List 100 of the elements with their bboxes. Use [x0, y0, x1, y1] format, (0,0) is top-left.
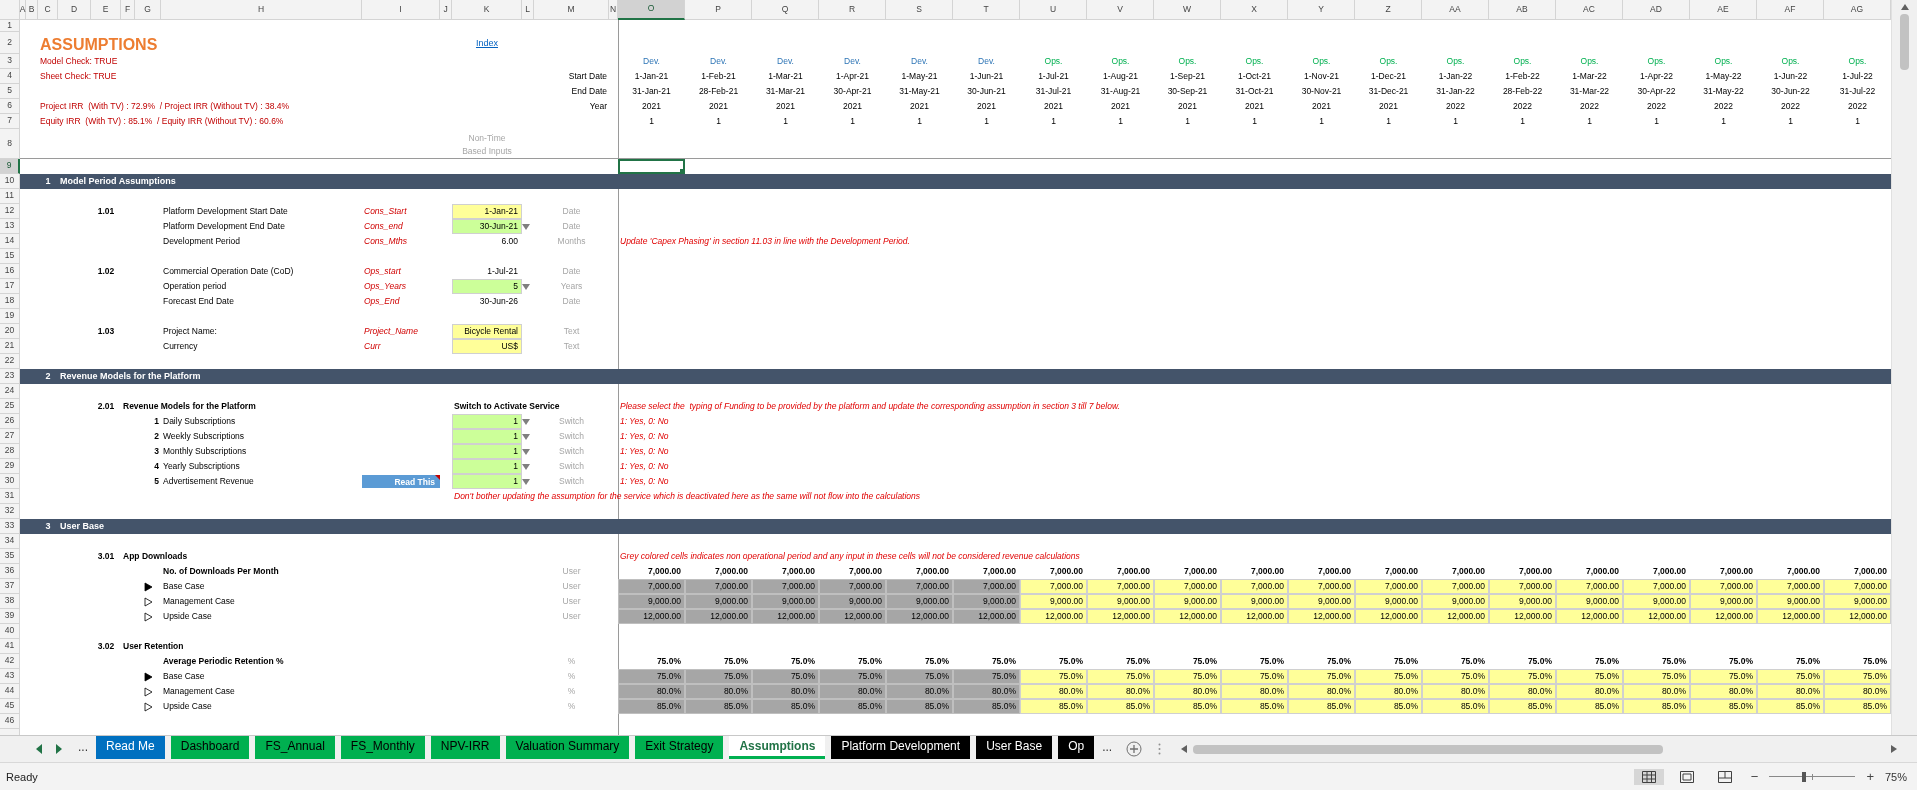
input-cell[interactable]: Bicycle Rental [452, 324, 522, 339]
row-header[interactable]: 18 [0, 294, 20, 309]
column-header[interactable]: U [1020, 0, 1087, 20]
row-header[interactable]: 27 [0, 429, 20, 444]
row-header[interactable]: 2 [0, 32, 20, 54]
column-header[interactable]: AF [1757, 0, 1824, 20]
dropdown-arrow-icon[interactable] [522, 223, 530, 230]
column-header[interactable]: B [26, 0, 38, 20]
scrollbar-thumb[interactable] [1193, 744, 1664, 754]
row-header[interactable]: 38 [0, 594, 20, 609]
row-header[interactable]: 6 [0, 99, 20, 114]
sheet-tab[interactable]: Read Me [96, 736, 165, 759]
row-header[interactable]: 16 [0, 264, 20, 279]
cell-cursor[interactable] [618, 159, 685, 174]
column-header[interactable]: I [362, 0, 440, 20]
row-header[interactable]: 41 [0, 639, 20, 654]
column-header[interactable]: X [1221, 0, 1288, 20]
row-header[interactable]: 28 [0, 444, 20, 459]
row-header[interactable]: 22 [0, 354, 20, 369]
case-marker-icon[interactable] [143, 701, 153, 712]
row-header[interactable]: 7 [0, 114, 20, 129]
sheet-tab[interactable]: Valuation Summary [505, 736, 630, 759]
row-header[interactable]: 46 [0, 714, 20, 729]
row-header[interactable]: 32 [0, 504, 20, 519]
column-header[interactable]: C [38, 0, 58, 20]
column-header[interactable]: J [440, 0, 452, 20]
input-cell[interactable]: 1-Jan-21 [452, 204, 522, 219]
switch-cell[interactable]: 1 [452, 474, 522, 489]
input-cell[interactable]: US$ [452, 339, 522, 354]
case-marker-icon[interactable] [143, 671, 153, 682]
row-header[interactable]: 33 [0, 519, 20, 534]
row-header[interactable]: 40 [0, 624, 20, 639]
row-header[interactable]: 8 [0, 129, 20, 159]
vertical-scrollbar[interactable] [1891, 0, 1917, 735]
switch-cell[interactable]: 1 [452, 444, 522, 459]
row-header[interactable]: 39 [0, 609, 20, 624]
column-header[interactable]: F [121, 0, 135, 20]
sheet-tab[interactable]: Assumptions [729, 736, 826, 759]
column-header[interactable]: V [1087, 0, 1154, 20]
column-header[interactable]: AB [1489, 0, 1556, 20]
case-marker-icon[interactable] [143, 611, 153, 622]
column-header[interactable]: Y [1288, 0, 1355, 20]
switch-cell[interactable]: 1 [452, 459, 522, 474]
scroll-right-icon[interactable] [56, 744, 62, 754]
row-header[interactable]: 5 [0, 84, 20, 99]
sheet-tab[interactable]: Op [1058, 736, 1095, 759]
row-header[interactable]: 25 [0, 399, 20, 414]
sheet-tab[interactable]: FS_Monthly [340, 736, 425, 759]
row-header[interactable]: 42 [0, 654, 20, 669]
row-header[interactable]: 23 [0, 369, 20, 384]
column-header[interactable]: H [161, 0, 362, 20]
dropdown-cell[interactable]: 5 [452, 279, 522, 294]
column-header[interactable]: E [91, 0, 121, 20]
row-header[interactable]: 20 [0, 324, 20, 339]
column-header[interactable]: L [522, 0, 534, 20]
splitter-handle-icon[interactable] [1158, 743, 1162, 755]
scrollbar-thumb[interactable] [1900, 14, 1909, 70]
row-header[interactable]: 26 [0, 414, 20, 429]
dropdown-arrow-icon[interactable] [522, 283, 530, 290]
row-header[interactable]: 9 [0, 159, 20, 174]
switch-cell[interactable]: 1 [452, 414, 522, 429]
row-header[interactable]: 17 [0, 279, 20, 294]
column-header[interactable]: AE [1690, 0, 1757, 20]
column-header[interactable]: AD [1623, 0, 1690, 20]
scroll-left-icon[interactable] [36, 744, 42, 754]
scroll-left-icon[interactable] [1181, 745, 1188, 753]
row-header[interactable]: 35 [0, 549, 20, 564]
zoom-in-button[interactable]: + [1863, 769, 1877, 784]
column-header[interactable]: Z [1355, 0, 1422, 20]
column-header[interactable]: S [886, 0, 953, 20]
sheet-tab[interactable]: FS_Annual [255, 736, 335, 759]
zoom-level[interactable]: 75% [1884, 770, 1907, 783]
column-header[interactable]: T [953, 0, 1020, 20]
dropdown-cell[interactable]: 30-Jun-21 [452, 219, 522, 234]
row-header[interactable]: 30 [0, 474, 20, 489]
row-header[interactable]: 31 [0, 489, 20, 504]
case-marker-icon[interactable] [143, 581, 153, 592]
column-header[interactable]: O [618, 0, 685, 20]
more-sheets-button[interactable]: ... [1100, 737, 1115, 757]
column-header[interactable]: W [1154, 0, 1221, 20]
column-header[interactable]: M [534, 0, 609, 20]
sheet-tab[interactable]: Dashboard [170, 736, 250, 759]
row-header[interactable]: 13 [0, 219, 20, 234]
row-header[interactable]: 3 [0, 54, 20, 69]
row-header[interactable]: 21 [0, 339, 20, 354]
row-header[interactable]: 4 [0, 69, 20, 84]
row-header[interactable]: 43 [0, 669, 20, 684]
row-header[interactable]: 1 [0, 20, 20, 32]
zoom-out-button[interactable]: − [1747, 769, 1762, 784]
case-marker-icon[interactable] [143, 596, 153, 607]
column-header[interactable]: P [685, 0, 752, 20]
column-header[interactable]: D [58, 0, 91, 20]
row-header[interactable]: 34 [0, 534, 20, 549]
index-link[interactable]: Index [474, 37, 500, 49]
sheet-tab[interactable]: User Base [976, 736, 1053, 759]
row-header[interactable]: 10 [0, 174, 20, 189]
row-header[interactable]: 19 [0, 309, 20, 324]
column-header[interactable]: AA [1422, 0, 1489, 20]
normal-view-button[interactable] [1633, 768, 1664, 785]
sheet-tab[interactable]: NPV-IRR [430, 736, 500, 759]
